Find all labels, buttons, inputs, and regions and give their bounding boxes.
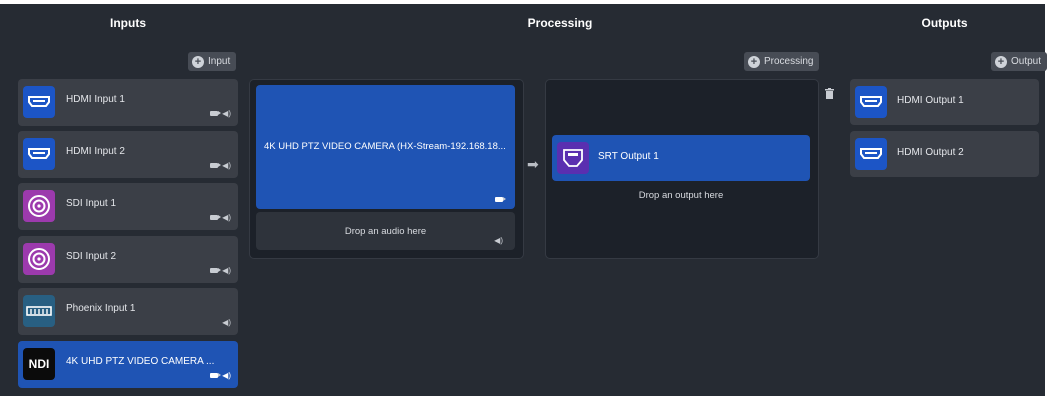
srt-output-card[interactable]: SRT Output 1	[552, 135, 810, 181]
add-output-label: Output	[1011, 56, 1042, 67]
arrow-right-icon: ➡	[527, 156, 539, 172]
srt-icon	[557, 142, 589, 174]
video-source-block[interactable]: 4K UHD PTZ VIDEO CAMERA (HX-Stream-192.1…	[256, 85, 515, 209]
output-card-hdmi-2[interactable]: HDMI Output 2	[850, 131, 1039, 177]
input-label: Phoenix Input 1	[66, 303, 136, 314]
hdmi-icon	[23, 86, 55, 118]
audio-icon: ◀)	[222, 371, 231, 380]
audio-drop-zone[interactable]: Drop an audio here ◀)	[256, 212, 515, 250]
video-icon	[210, 268, 222, 273]
video-icon	[210, 373, 222, 378]
input-card-sdi-2[interactable]: SDI Input 2 ◀)	[18, 236, 238, 283]
input-label: SDI Input 2	[66, 251, 117, 262]
add-input-label: Input	[208, 56, 231, 67]
plus-icon: +	[192, 55, 204, 68]
sdi-icon	[23, 243, 55, 275]
input-card-sdi-1[interactable]: SDI Input 1 ◀)	[18, 183, 238, 230]
hdmi-icon	[855, 86, 887, 118]
output-label: HDMI Output 2	[897, 147, 964, 158]
ndi-icon-text: NDI	[28, 357, 50, 371]
video-icon	[495, 197, 506, 202]
outputs-title: Outputs	[921, 16, 968, 30]
srt-output-label: SRT Output 1	[598, 151, 659, 162]
audio-icon: ◀)	[222, 266, 231, 275]
input-label: HDMI Input 1	[66, 94, 125, 105]
video-icon	[210, 163, 222, 168]
output-card-hdmi-1[interactable]: HDMI Output 1	[850, 79, 1039, 125]
inputs-title: Inputs	[110, 16, 146, 30]
audio-icon: ◀)	[222, 213, 231, 222]
add-input-button[interactable]: + Input	[188, 52, 237, 71]
plus-icon: +	[748, 55, 760, 68]
output-label: HDMI Output 1	[897, 95, 964, 106]
input-card-phoenix-1[interactable]: Phoenix Input 1 ◀)	[18, 288, 238, 335]
audio-icon: ◀)	[222, 161, 231, 170]
add-output-button[interactable]: + Output	[991, 52, 1048, 71]
audio-icon: ◀)	[222, 318, 231, 327]
video-icon	[210, 111, 222, 116]
input-card-hdmi-2[interactable]: HDMI Input 2 ◀)	[18, 131, 238, 178]
audio-icon: ◀)	[222, 109, 231, 118]
input-label: HDMI Input 2	[66, 146, 125, 157]
input-label: SDI Input 1	[66, 198, 117, 209]
processing-title: Processing	[527, 16, 593, 30]
add-processing-button[interactable]: + Processing	[744, 52, 820, 71]
input-card-ndi-camera[interactable]: NDI 4K UHD PTZ VIDEO CAMERA ... ◀)	[18, 341, 238, 388]
input-card-hdmi-1[interactable]: HDMI Input 1 ◀)	[18, 79, 238, 126]
add-processing-label: Processing	[764, 56, 814, 67]
hdmi-icon	[23, 138, 55, 170]
audio-drop-text: Drop an audio here	[344, 226, 427, 237]
video-icon	[210, 215, 222, 220]
output-drop-zone[interactable]: Drop an output here	[552, 190, 810, 201]
hdmi-icon	[855, 138, 887, 170]
plus-icon: +	[995, 55, 1007, 68]
sdi-icon	[23, 190, 55, 222]
input-label: 4K UHD PTZ VIDEO CAMERA ...	[66, 356, 215, 367]
ndi-icon: NDI	[23, 348, 55, 380]
phoenix-icon	[23, 295, 55, 327]
trash-icon[interactable]	[825, 86, 834, 99]
top-border	[0, 0, 1052, 4]
audio-icon: ◀)	[494, 236, 503, 245]
video-source-label: 4K UHD PTZ VIDEO CAMERA (HX-Stream-192.1…	[264, 141, 506, 152]
